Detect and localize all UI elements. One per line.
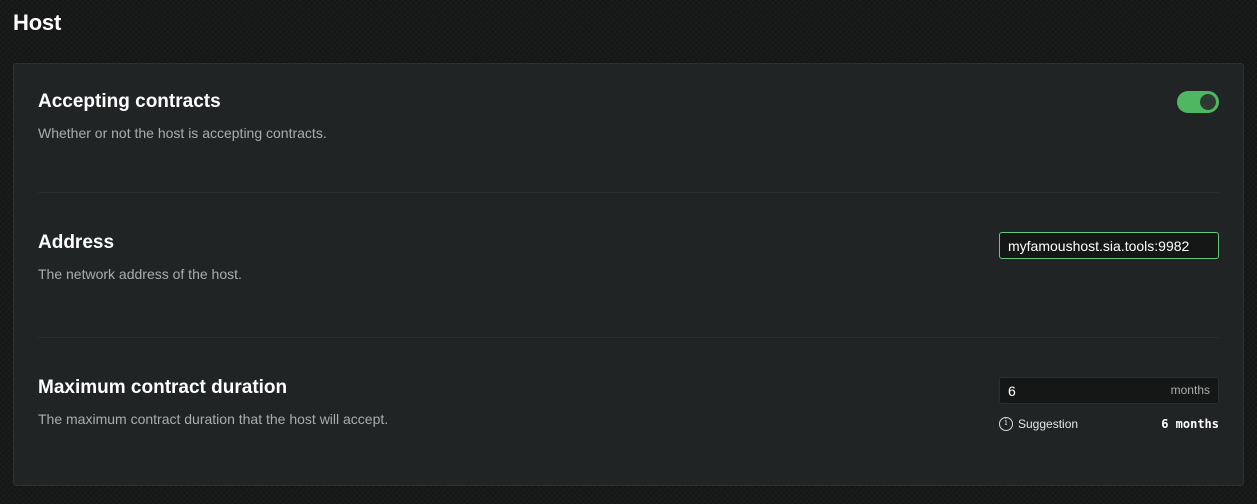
setting-description: The maximum contract duration that the h… bbox=[38, 411, 389, 427]
setting-address: Address The network address of the host. bbox=[38, 232, 1219, 292]
setting-accepting-contracts: Accepting contracts Whether or not the h… bbox=[38, 91, 1219, 151]
setting-description: Whether or not the host is accepting con… bbox=[38, 125, 327, 141]
setting-description: The network address of the host. bbox=[38, 266, 242, 282]
page-title: Host bbox=[13, 10, 62, 35]
max-duration-field: months bbox=[999, 377, 1219, 404]
setting-max-contract-duration: Maximum contract duration The maximum co… bbox=[38, 377, 1219, 447]
accepting-contracts-toggle[interactable] bbox=[1177, 91, 1219, 113]
divider bbox=[38, 337, 1219, 338]
duration-suggestion[interactable]: i Suggestion 6 months bbox=[999, 417, 1219, 433]
max-duration-input[interactable] bbox=[1000, 378, 1150, 403]
setting-title: Address bbox=[38, 232, 115, 253]
host-settings-panel: Accepting contracts Whether or not the h… bbox=[13, 63, 1244, 486]
duration-unit: months bbox=[1170, 383, 1210, 397]
setting-title: Maximum contract duration bbox=[38, 377, 288, 398]
suggestion-label: Suggestion bbox=[1018, 417, 1079, 431]
setting-title: Accepting contracts bbox=[38, 91, 221, 112]
info-icon: i bbox=[999, 417, 1013, 431]
toggle-knob bbox=[1200, 94, 1216, 110]
divider bbox=[38, 192, 1219, 193]
suggestion-value: 6 months bbox=[1161, 417, 1219, 431]
address-input[interactable] bbox=[999, 232, 1219, 259]
